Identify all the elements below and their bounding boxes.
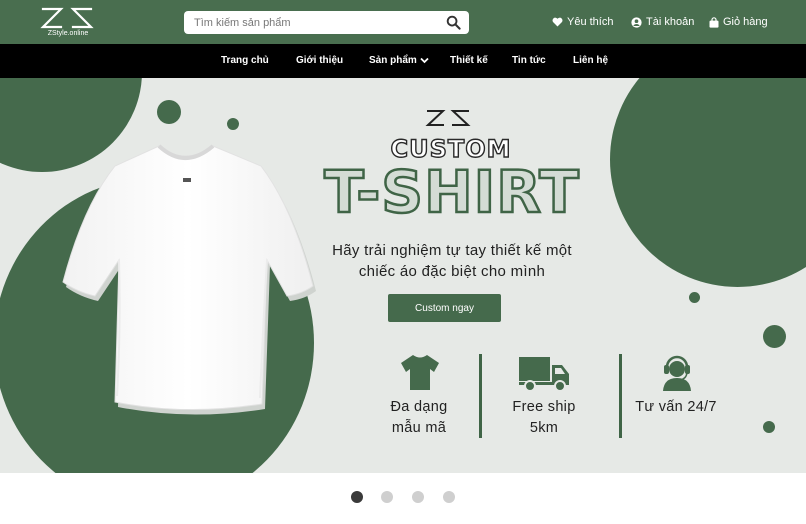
nav-item-products[interactable]: Sản phẩm [369,55,429,66]
nav-item-news[interactable]: Tin tức [512,55,546,66]
nav-item-products-label: Sản phẩm [369,55,417,66]
user-circle-icon [631,16,642,28]
slider-dot[interactable] [412,491,424,503]
feature-divider [619,354,622,438]
feature-support-line1: Tư vấn 24/7 [635,399,717,415]
decor-dot [763,421,775,433]
hero-banner[interactable]: CUSTOM T-SHIRT Hãy trải nghiệm tự tay th… [0,78,806,473]
search-bar [184,11,469,34]
account-label: Tài khoản [646,16,695,28]
tshirt-product-image [62,144,316,415]
heart-icon [552,17,563,27]
nav-item-about[interactable]: Giới thiệu [296,55,343,66]
decor-dot [763,325,786,348]
feature-free-ship-line1: Free ship [512,399,576,415]
decor-circle [610,78,806,287]
zs-logo-icon [40,7,94,29]
site-header: ZStyle.online Yêu thích Tài khoản Giỏ hà… [0,0,806,44]
search-input[interactable] [184,11,434,34]
decor-dot [157,100,181,124]
shopping-bag-icon [709,16,719,28]
slider-dot[interactable] [443,491,455,503]
decor-dot [689,292,700,303]
wishlist-label: Yêu thích [567,16,614,28]
cart-label: Giỏ hàng [723,16,768,28]
search-icon[interactable] [446,15,461,30]
feature-free-ship: Free ship 5km [494,397,594,438]
support-agent-icon [663,355,691,391]
nav-item-home[interactable]: Trang chủ [221,55,269,66]
feature-support: Tư vấn 24/7 [626,397,726,418]
main-nav: Trang chủ Giới thiệu Sản phẩm Thiết kế T… [0,44,806,78]
truck-icon [519,357,569,392]
zs-brand-mark-icon [425,110,471,126]
cart-link[interactable]: Giỏ hàng [709,16,768,28]
slider-pagination [0,473,806,524]
hero-title-big: T-SHIRT [323,157,580,228]
feature-divider [479,354,482,438]
feature-variety-line2: mẫu mã [391,419,447,436]
account-link[interactable]: Tài khoản [631,16,694,28]
hero-tagline-line2: chiếc áo đặc biệt cho mình [358,262,546,280]
slider-dot[interactable] [351,491,363,503]
chevron-down-icon [420,57,429,64]
hero-tagline: Hãy trải nghiệm tự tay thiết kế một chiế… [300,241,604,282]
feature-variety: Đa dạng mẫu mã [369,397,469,438]
nav-item-contact[interactable]: Liên hệ [573,55,608,66]
feature-variety-line1: Đa dạng [390,399,448,415]
logo[interactable]: ZStyle.online [38,6,98,40]
nav-item-design[interactable]: Thiết kế [450,55,488,66]
logo-subtext: ZStyle.online [47,30,89,37]
decor-dot [227,118,239,130]
custom-now-button[interactable]: Custom ngay [388,294,501,322]
wishlist-link[interactable]: Yêu thích [552,16,613,28]
slider-dot[interactable] [381,491,393,503]
hero-tagline-line1: Hãy trải nghiệm tự tay thiết kế một [332,242,572,259]
feature-free-ship-line2: 5km [529,419,559,436]
tshirt-icon [401,355,439,390]
